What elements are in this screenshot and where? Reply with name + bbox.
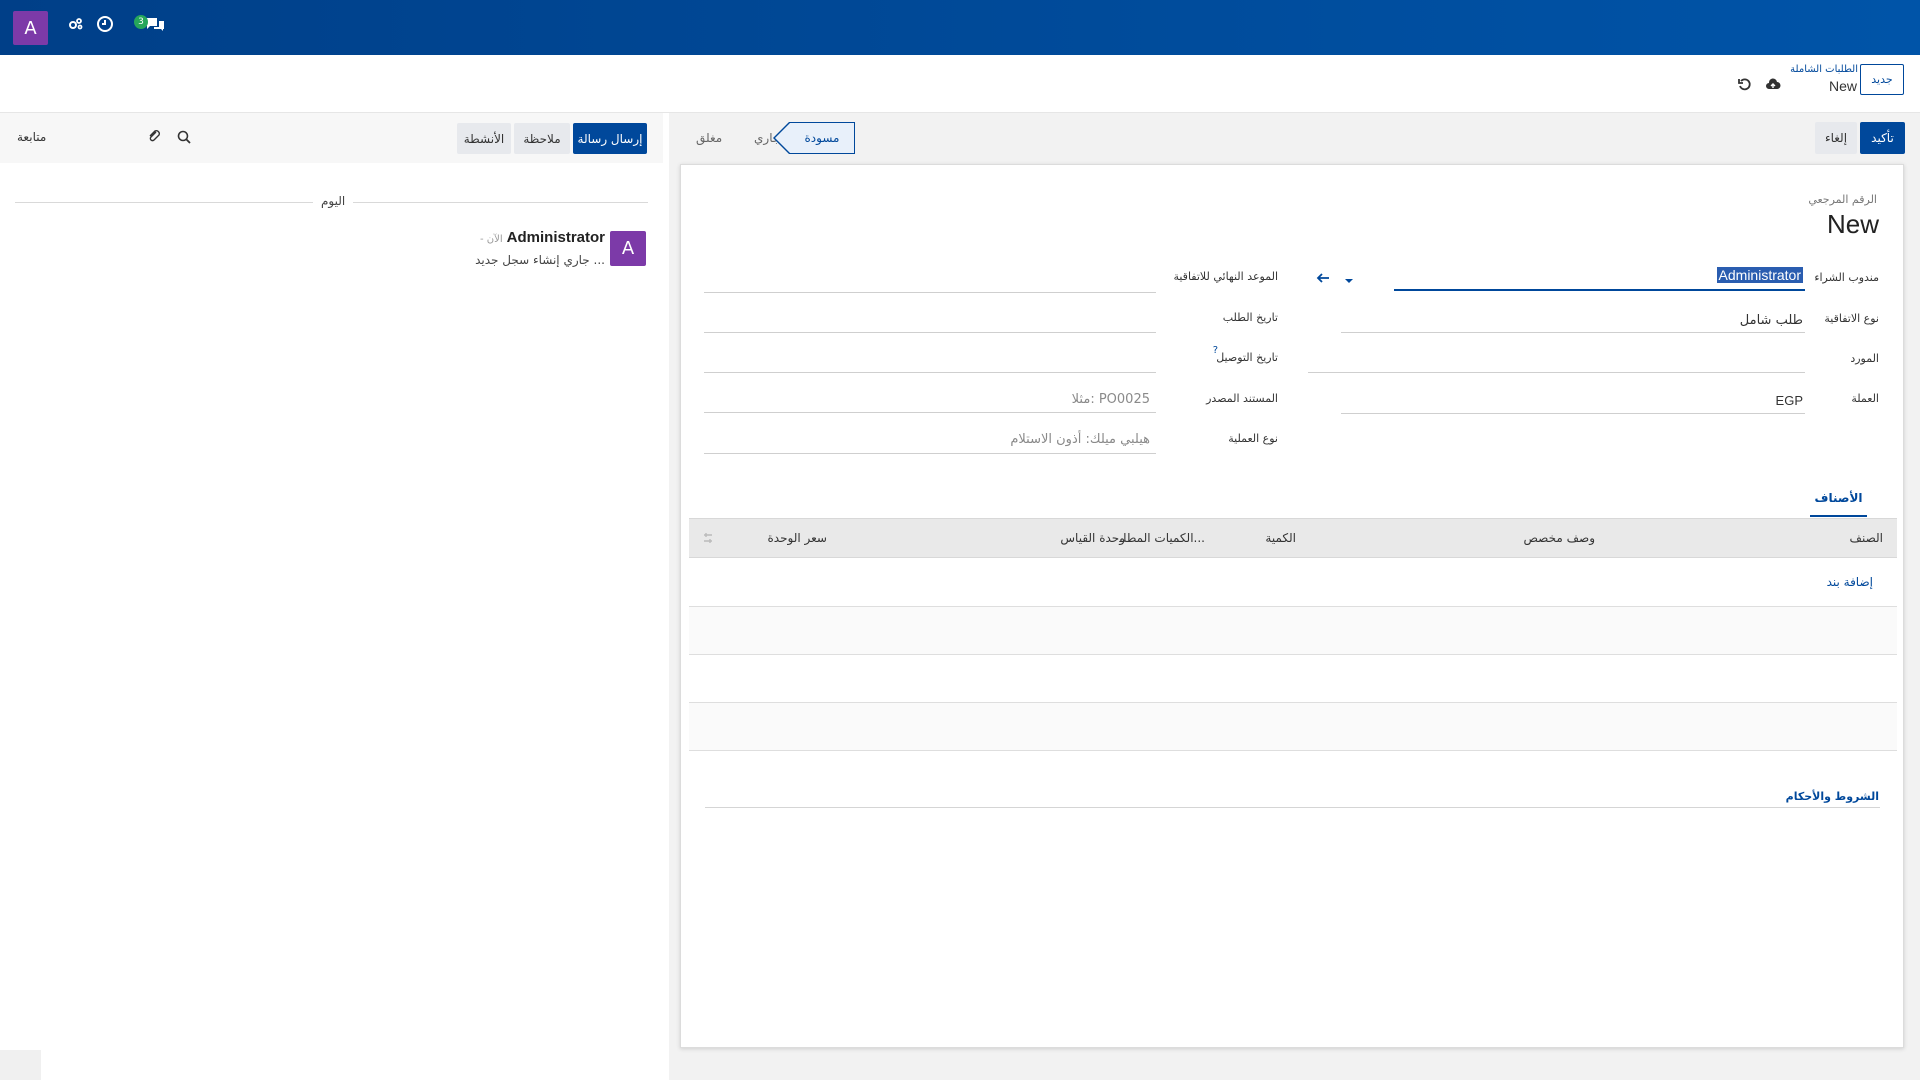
chatter-toolbar: إرسال رسالة ملاحظة الأنشطة متابعة bbox=[0, 113, 663, 163]
status-bar: مغلق جاري مسودة bbox=[679, 121, 856, 155]
user-avatar[interactable]: A bbox=[13, 11, 48, 45]
column-ordered-quantities[interactable]: الكميات المطلـ... bbox=[1119, 531, 1205, 545]
tab-products[interactable]: الأصناف bbox=[1810, 488, 1867, 517]
currency-underline bbox=[1341, 413, 1805, 414]
form-sheet: الرقم المرجعي New مندوب الشراء Administr… bbox=[680, 164, 1904, 1048]
log-note-button[interactable]: ملاحظة bbox=[514, 123, 570, 154]
purchase-rep-label: مندوب الشراء bbox=[1814, 271, 1879, 284]
operation-type-label: نوع العملية bbox=[1228, 432, 1278, 445]
new-button[interactable]: جديد bbox=[1860, 64, 1904, 95]
lines-table-header: الصنف وصف مخصص الكمية الكميات المطلـ... … bbox=[689, 518, 1897, 558]
column-product[interactable]: الصنف bbox=[1850, 531, 1883, 545]
order-date-label: تاريخ الطلب bbox=[1222, 311, 1278, 324]
cancel-button[interactable]: إلغاء bbox=[1815, 122, 1857, 154]
purchase-rep-field[interactable]: Administrator bbox=[1716, 267, 1803, 283]
notification-badge: 3 bbox=[134, 15, 148, 29]
discard-icon[interactable] bbox=[1737, 77, 1753, 93]
chevron-down-icon[interactable] bbox=[1344, 274, 1354, 288]
confirm-button[interactable]: تأكيد bbox=[1860, 122, 1905, 154]
reference-value: New bbox=[1826, 209, 1879, 239]
agreement-type-underline bbox=[1341, 332, 1805, 333]
control-panel bbox=[0, 55, 1920, 113]
column-custom-description[interactable]: وصف مخصص bbox=[1523, 531, 1595, 545]
clock-icon[interactable] bbox=[96, 15, 118, 37]
add-line-link[interactable]: إضافة بند bbox=[1827, 575, 1873, 589]
top-navbar: A 3 bbox=[0, 0, 1920, 55]
source-doc-underline bbox=[704, 412, 1156, 413]
table-row bbox=[689, 655, 1897, 703]
arrow-left-icon[interactable] bbox=[1316, 272, 1330, 287]
agreement-type-label: نوع الاتفاقية bbox=[1824, 312, 1879, 325]
agreement-type-field[interactable]: طلب شامل bbox=[1740, 313, 1803, 328]
source-doc-label: المستند المصدر bbox=[1206, 392, 1278, 405]
message-author[interactable]: Administrator bbox=[507, 229, 605, 246]
send-message-button[interactable]: إرسال رسالة bbox=[573, 123, 647, 154]
status-closed[interactable]: مغلق bbox=[696, 121, 722, 155]
message-body: جاري إنشاء سجل جديد ... bbox=[475, 253, 605, 267]
save-cloud-icon[interactable] bbox=[1765, 77, 1781, 93]
search-icon[interactable] bbox=[176, 129, 192, 148]
column-uom[interactable]: وحدة القياس bbox=[1060, 531, 1125, 545]
chatter-panel: إرسال رسالة ملاحظة الأنشطة متابعة اليوم … bbox=[0, 113, 663, 1080]
follow-button[interactable]: متابعة bbox=[17, 130, 46, 144]
reference-label: الرقم المرجعي bbox=[1808, 193, 1877, 206]
terms-label: الشروط والأحكام bbox=[1785, 790, 1879, 803]
breadcrumb-current: New bbox=[1828, 78, 1857, 94]
currency-label: العملة bbox=[1851, 392, 1879, 405]
message-avatar[interactable]: A bbox=[610, 231, 646, 266]
deadline-field[interactable] bbox=[704, 292, 1156, 293]
delivery-help-icon[interactable]: ? bbox=[1213, 345, 1218, 356]
deadline-label: الموعد النهائي للاتفاقية bbox=[1173, 270, 1278, 283]
date-separator-label: اليوم bbox=[313, 194, 354, 208]
column-unit-price[interactable]: سعر الوحدة bbox=[768, 531, 827, 545]
terms-field[interactable] bbox=[705, 807, 1880, 808]
paperclip-icon[interactable] bbox=[146, 128, 162, 147]
order-date-field[interactable] bbox=[704, 332, 1156, 333]
status-draft[interactable]: مسودة bbox=[773, 122, 855, 154]
operation-type-underline bbox=[704, 453, 1156, 454]
delivery-date-label: تاريخ التوصيل bbox=[1216, 351, 1278, 364]
optional-columns-icon[interactable] bbox=[701, 531, 715, 548]
chat-icon[interactable] bbox=[144, 15, 170, 37]
table-row bbox=[689, 607, 1897, 655]
breadcrumb-parent[interactable]: الطلبات الشاملة bbox=[1790, 64, 1858, 75]
activities-button[interactable]: الأنشطة bbox=[457, 123, 511, 154]
debug-icon[interactable] bbox=[67, 15, 89, 37]
message-time: - الآن bbox=[480, 234, 503, 245]
currency-field[interactable]: EGP bbox=[1776, 393, 1803, 408]
delivery-date-field[interactable] bbox=[704, 372, 1156, 373]
table-row: إضافة بند bbox=[689, 559, 1897, 607]
corner-button[interactable] bbox=[0, 1050, 41, 1080]
operation-type-field[interactable]: هيلبي ميلك: أذون الاستلام bbox=[1010, 432, 1150, 447]
source-doc-field[interactable]: مثلا: PO0025 bbox=[1072, 392, 1150, 407]
vendor-label: المورد bbox=[1850, 352, 1879, 365]
column-quantity[interactable]: الكمية bbox=[1265, 531, 1296, 545]
purchase-rep-underline bbox=[1394, 289, 1805, 291]
vendor-field[interactable] bbox=[1308, 372, 1805, 373]
table-row bbox=[689, 703, 1897, 751]
